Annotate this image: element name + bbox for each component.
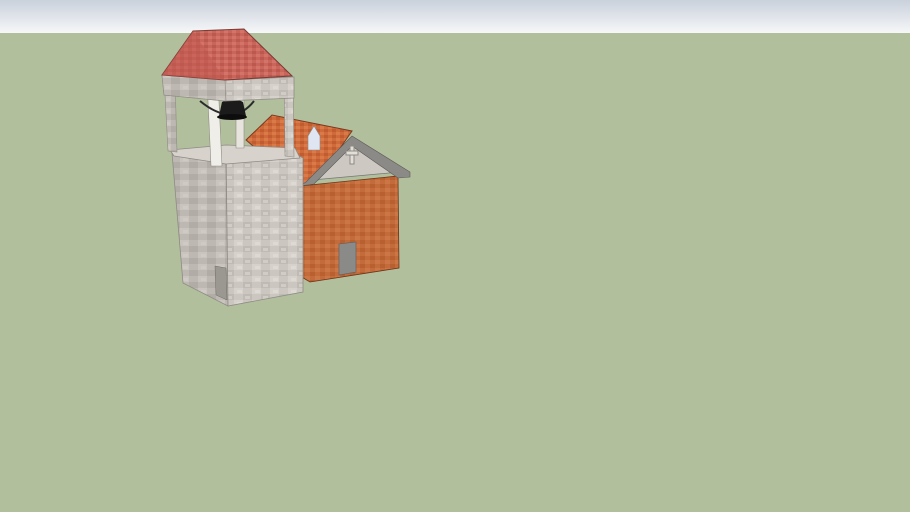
tower-right-face: [225, 149, 304, 307]
ground: [0, 33, 910, 512]
bell-rim: [217, 114, 247, 120]
sketchup-scene: [0, 0, 910, 512]
tower-door: [214, 265, 228, 301]
bell-tower: [161, 28, 304, 307]
door: [338, 241, 357, 276]
sky: [0, 0, 910, 33]
